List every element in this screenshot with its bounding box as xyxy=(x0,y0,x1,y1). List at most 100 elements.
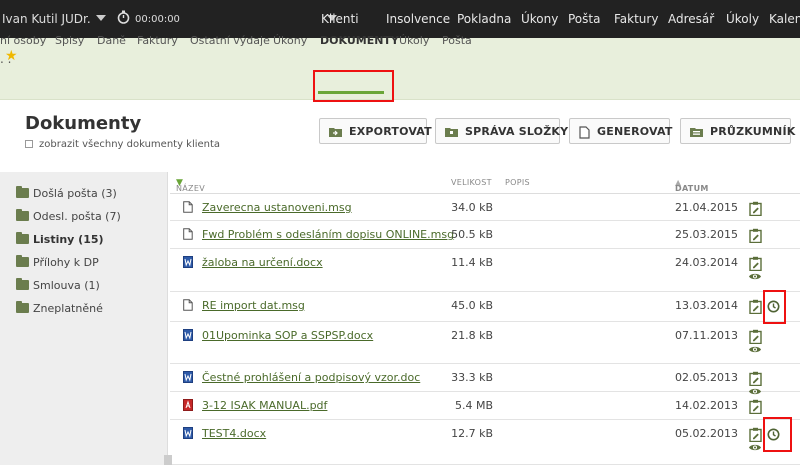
column-date-label: DATUM xyxy=(675,184,709,193)
file-name-link[interactable]: Čestné prohlášení a podpisový vzor.doc xyxy=(202,371,420,384)
file-name-link[interactable]: Fwd Problém s odesláním dopisu ONLINE.ms… xyxy=(202,228,454,241)
file-date: 13.03.2014 xyxy=(675,299,738,312)
column-date-header[interactable]: DATUM ▲ xyxy=(675,178,708,193)
top-bar: Ivan Kutil JUDr. 00:00:00 Klienti Insolv… xyxy=(0,0,800,38)
nav-item-posta[interactable]: Pošta xyxy=(568,12,600,26)
show-all-label: zobrazit všechny dokumenty klienta xyxy=(39,139,221,150)
folder-icon xyxy=(16,301,29,313)
document-icon xyxy=(183,228,193,240)
tab-dane[interactable]: Daně xyxy=(97,34,126,47)
folder-odesl-posta[interactable]: Odesl. pošta (7) xyxy=(16,209,121,226)
clipboard-edit-icon[interactable] xyxy=(749,399,762,414)
column-desc-header[interactable]: POPIS xyxy=(505,178,530,187)
folder-export-icon xyxy=(329,128,342,137)
eye-icon[interactable] xyxy=(748,443,762,452)
export-button[interactable]: EXPORTOVAT xyxy=(319,118,432,144)
explorer-button[interactable]: PRŮZKUMNÍK xyxy=(680,118,795,144)
folder-dosla-posta[interactable]: Došlá pošta (3) xyxy=(16,186,117,203)
file-date: 07.11.2013 xyxy=(675,329,738,342)
nav-item-adresar[interactable]: Adresář xyxy=(668,12,714,26)
clipboard-edit-icon[interactable] xyxy=(749,299,762,314)
clipboard-edit-icon[interactable] xyxy=(749,256,762,271)
file-name-link[interactable]: 3-12 ISAK MANUAL.pdf xyxy=(202,399,327,412)
document-icon xyxy=(579,126,590,139)
tab-faktury[interactable]: Faktury xyxy=(137,34,178,47)
file-name-link[interactable]: Zaverecna ustanoveni.msg xyxy=(202,201,352,214)
word-document-icon xyxy=(183,329,193,341)
tab-osoby[interactable]: ní osoby xyxy=(0,34,46,47)
file-size: 12.7 kB xyxy=(451,427,493,440)
nav-item-label: Klienti xyxy=(321,12,359,26)
word-document-icon xyxy=(183,427,193,439)
tab-dokumenty[interactable]: DOKUMENTY xyxy=(320,34,399,47)
folder-prilohy-k-dp[interactable]: Přílohy k DP xyxy=(16,255,99,272)
clipboard-edit-icon[interactable] xyxy=(749,201,762,216)
file-date: 05.02.2013 xyxy=(675,427,738,440)
table-row: 01Upominka SOP a SSPSP.docx 21.8 kB 07.11.… xyxy=(170,322,800,364)
file-date: 25.03.2015 xyxy=(675,228,738,241)
highlight-box-history-1 xyxy=(763,290,786,324)
generate-button[interactable]: GENEROVAT xyxy=(569,118,673,144)
nav-item-ukoly[interactable]: Úkoly xyxy=(726,12,759,26)
tab-ukoly[interactable]: Úkoly xyxy=(399,34,429,47)
eye-icon[interactable] xyxy=(748,272,762,281)
table-row: RE import dat.msg 45.0 kB 13.03.2014 xyxy=(170,292,800,322)
file-size: 33.3 kB xyxy=(451,371,493,384)
folder-sidebar: Došlá pošta (3) Odesl. pošta (7) Listiny… xyxy=(0,172,168,465)
nav-item-pokladna[interactable]: Pokladna xyxy=(457,12,511,26)
file-size: 45.0 kB xyxy=(451,299,493,312)
clipboard-edit-icon[interactable] xyxy=(749,228,762,243)
documents-table-header: NÁZEV ▼ VELIKOST POPIS DATUM ▲ xyxy=(170,172,800,194)
scrollbar-handle[interactable] xyxy=(164,455,172,465)
column-size-header[interactable]: VELIKOST xyxy=(451,178,492,187)
table-row: Fwd Problém s odesláním dopisu ONLINE.ms… xyxy=(170,221,800,249)
nav-item-ukony[interactable]: Úkony xyxy=(521,12,558,26)
file-name-link[interactable]: RE import dat.msg xyxy=(202,299,305,312)
folder-label: Listiny (15) xyxy=(33,233,104,246)
tab-spisy[interactable]: Spisy xyxy=(55,34,84,47)
tab-ostatni-vydaje[interactable]: Ostatní výdaje xyxy=(190,34,270,47)
show-all-checkbox[interactable] xyxy=(25,140,33,148)
folder-management-button[interactable]: SPRÁVA SLOŽKY xyxy=(435,118,568,144)
clipboard-edit-icon[interactable] xyxy=(749,329,762,344)
nav-item-insolvence[interactable]: Insolvence xyxy=(386,12,450,26)
folder-settings-icon xyxy=(445,128,458,137)
table-row: Zaverecna ustanoveni.msg 34.0 kB 21.04.201… xyxy=(170,194,800,221)
user-menu[interactable]: Ivan Kutil JUDr. xyxy=(2,12,106,26)
folder-icon xyxy=(16,186,29,198)
file-name-link[interactable]: žaloba na určení.docx xyxy=(202,256,323,269)
file-date: 02.05.2013 xyxy=(675,371,738,384)
tab-posta[interactable]: Pošta xyxy=(442,34,472,47)
nav-item-klienti[interactable]: Klienti xyxy=(321,12,359,26)
show-all-toggle[interactable]: zobrazit všechny dokumenty klienta xyxy=(25,139,220,150)
folder-label: Přílohy k DP xyxy=(33,256,99,269)
folder-listiny[interactable]: Listiny (15) xyxy=(16,232,104,249)
page-title: Dokumenty xyxy=(25,113,142,134)
folder-icon xyxy=(16,209,29,221)
file-name-link[interactable]: TEST4.docx xyxy=(202,427,266,440)
word-document-icon xyxy=(183,256,193,268)
client-header: . . ★ xyxy=(0,38,800,100)
folder-zneplatnene[interactable]: Zneplatněné xyxy=(16,301,103,318)
folder-icon xyxy=(16,232,29,244)
folder-management-label: SPRÁVA SLOŽKY xyxy=(465,125,569,138)
eye-icon[interactable] xyxy=(748,345,762,354)
folder-smlouva[interactable]: Smlouva (1) xyxy=(16,278,100,295)
tab-ukony[interactable]: Úkony xyxy=(273,34,307,47)
clipboard-edit-icon[interactable] xyxy=(749,427,762,442)
clipboard-edit-icon[interactable] xyxy=(749,371,762,386)
nav-item-kalendar[interactable]: Kalen xyxy=(769,12,800,26)
file-name-link[interactable]: 01Upominka SOP a SSPSP.docx xyxy=(202,329,373,342)
stopwatch-icon[interactable] xyxy=(117,10,130,24)
nav-item-faktury[interactable]: Faktury xyxy=(614,12,658,26)
user-name: Ivan Kutil JUDr. xyxy=(2,12,91,26)
folder-label: Smlouva (1) xyxy=(33,279,100,292)
folder-label: Zneplatněné xyxy=(33,302,103,315)
generate-label: GENEROVAT xyxy=(597,125,673,138)
file-size: 5.4 MB xyxy=(454,399,493,412)
star-icon[interactable]: ★ xyxy=(5,48,18,64)
column-name-header[interactable]: NÁZEV ▼ xyxy=(176,178,205,193)
folder-label: Došlá pošta (3) xyxy=(33,187,117,200)
table-row: žaloba na určení.docx 11.4 kB 24.03.2014 xyxy=(170,249,800,292)
explorer-label: PRŮZKUMNÍK xyxy=(710,125,796,138)
